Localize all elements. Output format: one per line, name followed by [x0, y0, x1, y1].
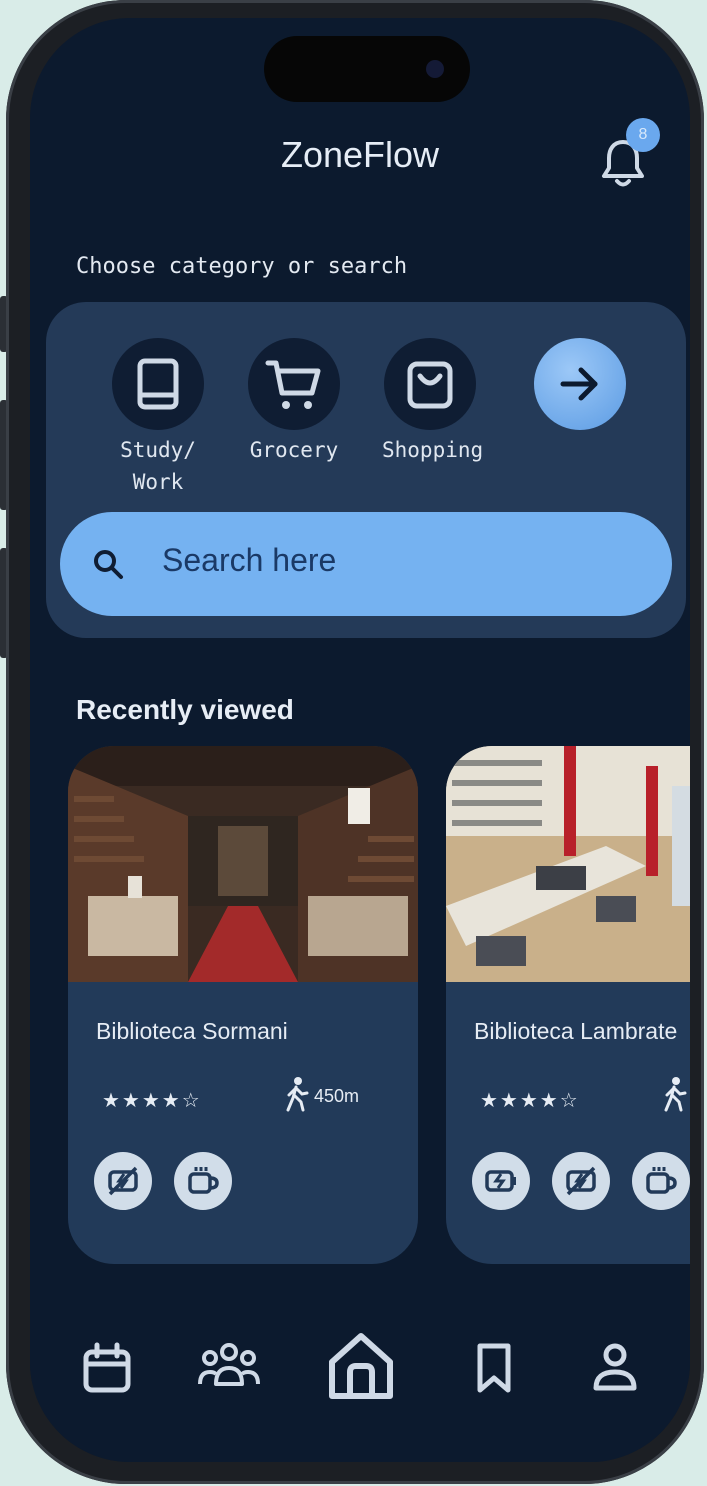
profile-icon[interactable] [592, 1342, 638, 1392]
coffee-icon [174, 1152, 232, 1210]
arrow-right-icon [560, 367, 598, 401]
category-label: Grocery [249, 438, 339, 462]
category-shopping[interactable]: Shopping [382, 338, 484, 466]
no-charging-icon [552, 1152, 610, 1210]
distance: 450m [314, 1086, 360, 1106]
place-name: Biblioteca Lambrate [474, 1018, 678, 1044]
cart-icon [248, 338, 340, 430]
dynamic-island [264, 36, 470, 102]
phone-frame: ZoneFlow 8 Choose category or search Stu… [6, 0, 704, 1484]
book-icon [112, 338, 204, 430]
star-rating: ★★★★☆ [102, 1088, 202, 1112]
place-card[interactable]: Biblioteca Lambrate ★★★★☆ 1 [446, 746, 690, 1264]
walking-icon [286, 1077, 309, 1112]
groups-icon[interactable] [198, 1342, 260, 1388]
category-label: Study/ Work [120, 438, 196, 494]
no-charging-icon [94, 1152, 152, 1210]
category-prompt: Choose category or search [76, 254, 408, 279]
next-arrow-button[interactable] [534, 338, 626, 430]
walking-icon [664, 1077, 687, 1112]
notification-badge: 8 [626, 118, 660, 152]
search-placeholder: Search here [162, 542, 337, 578]
place-name: Biblioteca Sormani [96, 1018, 288, 1044]
recently-viewed-heading: Recently viewed [76, 694, 294, 725]
search-icon [94, 550, 123, 579]
shopping-bag-icon [384, 338, 476, 430]
category-grocery[interactable]: Grocery [246, 338, 342, 466]
bookmark-icon[interactable] [474, 1342, 514, 1394]
home-icon[interactable] [326, 1330, 396, 1402]
charging-icon [472, 1152, 530, 1210]
place-photo [446, 746, 690, 982]
category-panel: Study/ Work Grocery Shopping Search here [46, 302, 686, 638]
category-label: Shopping [382, 438, 484, 462]
star-rating: ★★★★☆ [480, 1088, 580, 1112]
camera [426, 60, 444, 78]
calendar-icon[interactable] [82, 1342, 132, 1394]
search-input[interactable]: Search here [60, 512, 672, 616]
app-screen: ZoneFlow 8 Choose category or search Stu… [30, 18, 690, 1462]
category-study-work[interactable]: Study/ Work [110, 338, 206, 498]
app-title: ZoneFlow [280, 134, 440, 175]
bottom-nav [30, 1294, 690, 1462]
coffee-icon [632, 1152, 690, 1210]
place-card[interactable]: Biblioteca Sormani ★★★★☆ 450m [68, 746, 418, 1264]
place-photo [68, 746, 418, 982]
